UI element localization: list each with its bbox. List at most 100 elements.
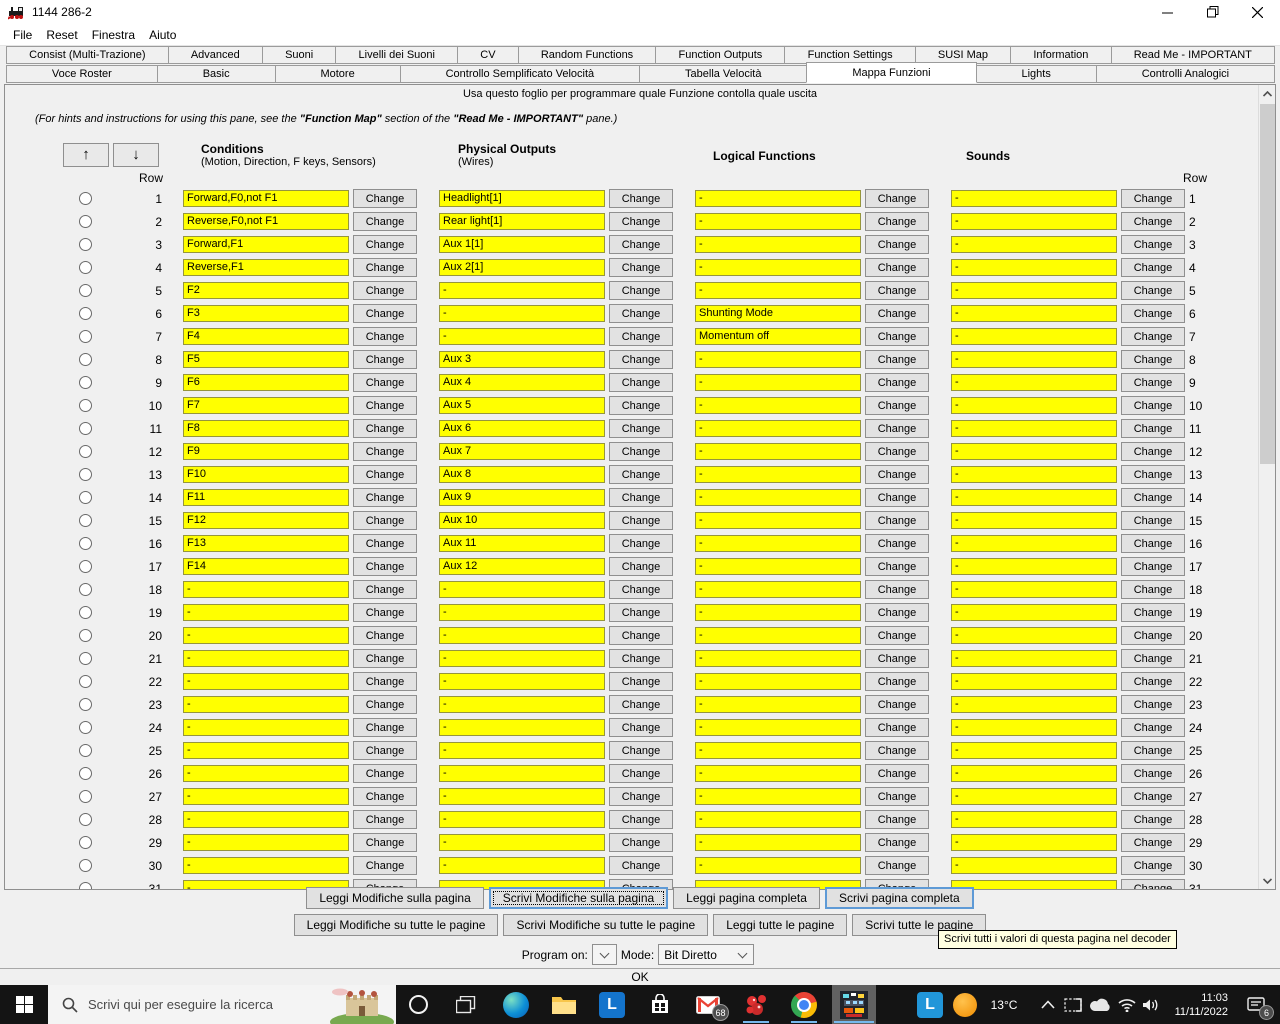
microsoft-store-button[interactable] <box>640 985 680 1024</box>
row-select-radio[interactable] <box>79 422 92 435</box>
change-outputs-button[interactable]: Change <box>609 281 673 300</box>
sounds-field[interactable]: - <box>951 282 1117 299</box>
tab[interactable]: Random Functions <box>517 46 657 64</box>
sounds-field[interactable]: - <box>951 581 1117 598</box>
conditions-field[interactable]: - <box>183 765 349 782</box>
minimize-button[interactable] <box>1145 0 1190 24</box>
scrollbar-thumb[interactable] <box>1260 104 1275 464</box>
change-conditions-button[interactable]: Change <box>353 350 417 369</box>
physical-outputs-field[interactable]: - <box>439 788 605 805</box>
sounds-field[interactable]: - <box>951 374 1117 391</box>
physical-outputs-field[interactable]: - <box>439 305 605 322</box>
change-conditions-button[interactable]: Change <box>353 304 417 323</box>
row-select-radio[interactable] <box>79 330 92 343</box>
change-conditions-button[interactable]: Change <box>353 442 417 461</box>
change-logical-button[interactable]: Change <box>865 833 929 852</box>
sounds-field[interactable]: - <box>951 259 1117 276</box>
change-sounds-button[interactable]: Change <box>1121 741 1185 760</box>
change-conditions-button[interactable]: Change <box>353 465 417 484</box>
sounds-field[interactable]: - <box>951 788 1117 805</box>
tray-expand-button[interactable] <box>1036 985 1060 1024</box>
physical-outputs-field[interactable]: Aux 3 <box>439 351 605 368</box>
physical-outputs-field[interactable]: - <box>439 742 605 759</box>
sounds-field[interactable]: - <box>951 397 1117 414</box>
physical-outputs-field[interactable]: Aux 8 <box>439 466 605 483</box>
logical-functions-field[interactable]: - <box>695 788 861 805</box>
change-outputs-button[interactable]: Change <box>609 189 673 208</box>
change-conditions-button[interactable]: Change <box>353 672 417 691</box>
change-sounds-button[interactable]: Change <box>1121 373 1185 392</box>
row-select-radio[interactable] <box>79 491 92 504</box>
sounds-field[interactable]: - <box>951 719 1117 736</box>
tray-snip-button[interactable] <box>1060 985 1086 1024</box>
change-logical-button[interactable]: Change <box>865 649 929 668</box>
change-conditions-button[interactable]: Change <box>353 856 417 875</box>
conditions-field[interactable]: - <box>183 581 349 598</box>
conditions-field[interactable]: F6 <box>183 374 349 391</box>
conditions-field[interactable]: F4 <box>183 328 349 345</box>
change-sounds-button[interactable]: Change <box>1121 856 1185 875</box>
change-outputs-button[interactable]: Change <box>609 350 673 369</box>
conditions-field[interactable]: - <box>183 857 349 874</box>
change-logical-button[interactable]: Change <box>865 718 929 737</box>
conditions-field[interactable]: - <box>183 696 349 713</box>
change-conditions-button[interactable]: Change <box>353 764 417 783</box>
change-logical-button[interactable]: Change <box>865 534 929 553</box>
sounds-field[interactable]: - <box>951 420 1117 437</box>
app-cherry-button[interactable] <box>736 985 776 1024</box>
change-logical-button[interactable]: Change <box>865 442 929 461</box>
conditions-field[interactable]: F14 <box>183 558 349 575</box>
change-logical-button[interactable]: Change <box>865 672 929 691</box>
change-outputs-button[interactable]: Change <box>609 833 673 852</box>
change-conditions-button[interactable]: Change <box>353 212 417 231</box>
row-select-radio[interactable] <box>79 583 92 596</box>
sounds-field[interactable]: - <box>951 696 1117 713</box>
change-logical-button[interactable]: Change <box>865 189 929 208</box>
conditions-field[interactable]: F2 <box>183 282 349 299</box>
row-select-radio[interactable] <box>79 353 92 366</box>
conditions-field[interactable]: - <box>183 650 349 667</box>
change-conditions-button[interactable]: Change <box>353 189 417 208</box>
weather-button[interactable] <box>948 985 982 1024</box>
change-logical-button[interactable]: Change <box>865 212 929 231</box>
change-sounds-button[interactable]: Change <box>1121 718 1185 737</box>
change-logical-button[interactable]: Change <box>865 373 929 392</box>
change-outputs-button[interactable]: Change <box>609 212 673 231</box>
file-explorer-button[interactable] <box>544 985 584 1024</box>
change-sounds-button[interactable]: Change <box>1121 212 1185 231</box>
sounds-field[interactable]: - <box>951 305 1117 322</box>
change-logical-button[interactable]: Change <box>865 787 929 806</box>
change-logical-button[interactable]: Change <box>865 258 929 277</box>
change-conditions-button[interactable]: Change <box>353 626 417 645</box>
physical-outputs-field[interactable]: - <box>439 857 605 874</box>
row-select-radio[interactable] <box>79 445 92 458</box>
tab[interactable]: Read Me - IMPORTANT <box>1110 46 1276 64</box>
change-logical-button[interactable]: Change <box>865 396 929 415</box>
page-action-button[interactable]: Leggi pagina completa <box>673 887 820 909</box>
conditions-field[interactable]: - <box>183 788 349 805</box>
conditions-field[interactable]: Reverse,F0,not F1 <box>183 213 349 230</box>
mode-select[interactable]: Bit Diretto <box>658 944 755 965</box>
change-sounds-button[interactable]: Change <box>1121 327 1185 346</box>
conditions-field[interactable]: - <box>183 834 349 851</box>
tab[interactable]: Livelli dei Suoni <box>335 46 459 64</box>
row-select-radio[interactable] <box>79 859 92 872</box>
change-outputs-button[interactable]: Change <box>609 373 673 392</box>
conditions-field[interactable]: F3 <box>183 305 349 322</box>
change-conditions-button[interactable]: Change <box>353 718 417 737</box>
physical-outputs-field[interactable]: Aux 11 <box>439 535 605 552</box>
change-sounds-button[interactable]: Change <box>1121 787 1185 806</box>
logical-functions-field[interactable]: - <box>695 581 861 598</box>
sounds-field[interactable]: - <box>951 673 1117 690</box>
logical-functions-field[interactable]: - <box>695 420 861 437</box>
close-button[interactable] <box>1235 0 1280 24</box>
taskbar-clock[interactable]: 11:03 11/11/2022 <box>1164 985 1230 1024</box>
logical-functions-field[interactable]: - <box>695 236 861 253</box>
sounds-field[interactable]: - <box>951 558 1117 575</box>
menu-item[interactable]: Reset <box>39 25 84 45</box>
change-conditions-button[interactable]: Change <box>353 833 417 852</box>
physical-outputs-field[interactable]: - <box>439 673 605 690</box>
change-outputs-button[interactable]: Change <box>609 626 673 645</box>
logical-functions-field[interactable]: - <box>695 558 861 575</box>
tab[interactable]: Basic <box>156 65 276 83</box>
